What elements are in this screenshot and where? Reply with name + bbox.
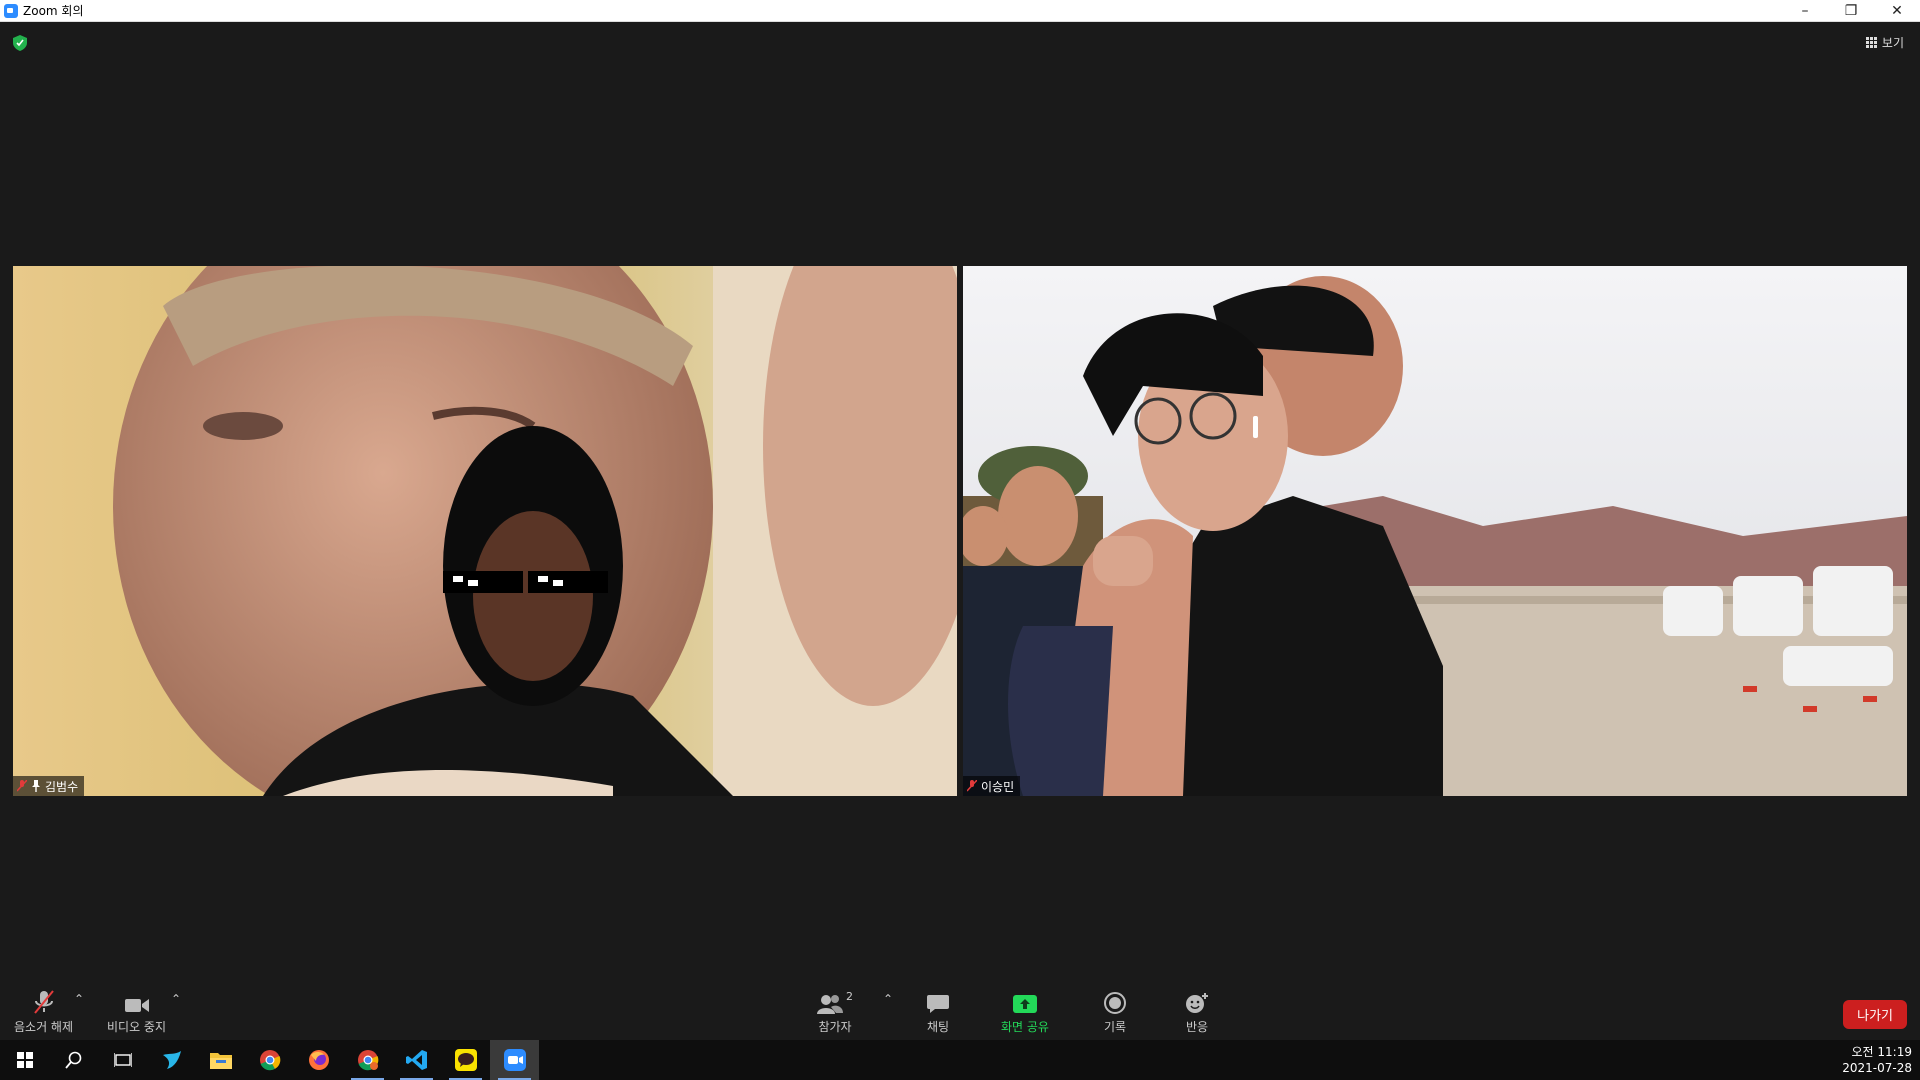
muted-microphone-icon (33, 990, 54, 1014)
chat-bubble-icon (927, 995, 950, 1013)
reactions-button[interactable]: 반응 (1185, 990, 1209, 1035)
participant-video (13, 266, 957, 796)
participant-name-tag: 김범수 (13, 776, 85, 796)
record-label: 기록 (1104, 1020, 1127, 1034)
firefox-icon[interactable] (294, 1040, 343, 1080)
kakaotalk-icon[interactable] (441, 1040, 490, 1080)
bird-app-icon[interactable] (147, 1040, 196, 1080)
unmute-label: 음소거 해제 (14, 1020, 74, 1034)
task-view-icon[interactable] (98, 1040, 147, 1080)
leave-meeting-button[interactable]: 나가기 (1843, 1000, 1907, 1029)
muted-mic-icon (967, 780, 977, 792)
participants-button[interactable]: 2 참가자 (817, 990, 853, 1035)
chrome-profile-icon[interactable] (343, 1040, 392, 1080)
zoom-app-icon (4, 3, 18, 18)
clock-time: 오전 11:19 (1851, 1045, 1912, 1059)
zoom-taskbar-icon[interactable] (490, 1040, 539, 1080)
view-label: 보기 (1881, 36, 1904, 50)
stop-video-label: 비디오 중지 (107, 1020, 167, 1034)
record-button[interactable]: 기록 (1104, 990, 1126, 1035)
unmute-button[interactable]: 음소거 해제 (14, 990, 73, 1035)
restore-button[interactable]: ❐ (1828, 0, 1874, 22)
share-screen-button[interactable]: 화면 공유 (1001, 990, 1049, 1035)
system-clock[interactable]: 오전 11:19 2021-07-28 (1842, 1044, 1912, 1076)
security-shield-icon[interactable] (13, 35, 27, 51)
participants-count: 2 (846, 990, 853, 1003)
view-button[interactable]: 보기 (1865, 34, 1904, 51)
video-options-caret[interactable]: ⌃ (171, 992, 181, 1006)
audio-options-caret[interactable]: ⌃ (74, 992, 84, 1006)
reaction-emoji-icon (1186, 993, 1208, 1013)
stop-video-button[interactable]: 비디오 중지 (107, 990, 166, 1035)
file-explorer-icon[interactable] (196, 1040, 245, 1080)
meeting-toolbar: 음소거 해제 ⌃ 비디오 중지 ⌃ 2 참가자 ⌃ 채팅 화면 공유 기록 반응… (0, 980, 1920, 1040)
video-tile[interactable]: 이승민 (963, 266, 1907, 796)
participant-name-tag: 이승민 (963, 776, 1021, 796)
participant-name: 김범수 (45, 779, 79, 794)
record-icon (1104, 992, 1127, 1014)
window-title: Zoom 회의 (23, 4, 84, 18)
clock-date: 2021-07-28 (1842, 1061, 1912, 1075)
windows-start-icon[interactable] (0, 1040, 49, 1080)
muted-mic-icon (17, 780, 27, 792)
participants-options-caret[interactable]: ⌃ (883, 992, 893, 1006)
participants-icon (817, 995, 843, 1014)
video-camera-icon (124, 999, 149, 1012)
windows-taskbar: 오전 11:19 2021-07-28 (0, 1040, 1920, 1080)
grid-view-icon (1865, 37, 1877, 48)
reactions-label: 반응 (1185, 1020, 1209, 1034)
participant-video (963, 266, 1907, 796)
close-button[interactable]: ✕ (1874, 0, 1920, 22)
meeting-area: 보기 김범수 이승민 (0, 22, 1920, 980)
participants-label: 참가자 (818, 1020, 852, 1034)
chrome-icon[interactable] (245, 1040, 294, 1080)
share-screen-label: 화면 공유 (1001, 1020, 1049, 1034)
share-screen-icon (1012, 995, 1037, 1013)
chat-label: 채팅 (927, 1020, 950, 1034)
video-tile[interactable]: 김범수 (13, 266, 957, 796)
search-icon[interactable] (49, 1040, 98, 1080)
vscode-icon[interactable] (392, 1040, 441, 1080)
chat-button[interactable]: 채팅 (927, 990, 949, 1035)
minimize-button[interactable]: – (1782, 0, 1828, 22)
window-titlebar: Zoom 회의 – ❐ ✕ (0, 0, 1920, 22)
participant-name: 이승민 (981, 779, 1015, 794)
pin-icon (32, 780, 40, 792)
